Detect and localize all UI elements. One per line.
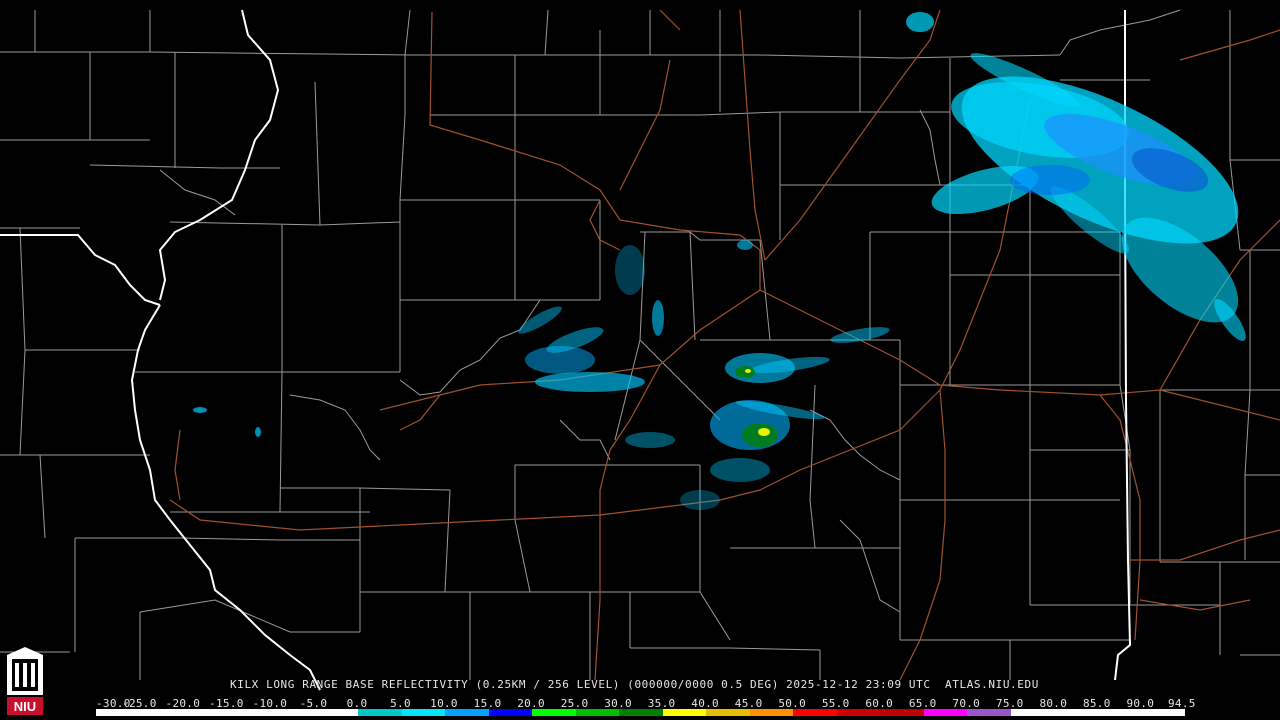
niu-seal-icon: NIU [7,647,43,715]
colorbar-swatch [532,709,576,716]
radar-map [0,9,1280,691]
colorbar-swatch [227,709,272,716]
colorbar-swatch [401,709,446,716]
colorbar-swatch [662,709,707,716]
colorbar-swatch [445,709,489,716]
colorbar-swatch [836,709,881,716]
colorbar-swatch [923,709,968,716]
radar-echoes [193,12,1246,510]
colorbar-swatch [488,709,533,716]
colorbar-swatch [184,709,228,716]
colorbar-swatch [140,709,185,716]
colorbar-swatch [1010,709,1055,716]
colorbar-swatch [793,709,837,716]
colorbar-swatch [358,709,402,716]
colorbar-swatch [749,709,794,716]
colorbar-swatch [619,709,663,716]
product-caption: KILX LONG RANGE BASE REFLECTIVITY (0.25K… [230,678,1039,691]
colorbar-swatch [967,709,1011,716]
colorbar-swatch [1141,709,1185,716]
colorbar-swatch [97,709,141,716]
colorbar-swatch [1054,709,1098,716]
colorbar-labels: -30.0 -25.0 -20.0 -15.0 -10.0 -5.0 0.0 5.0 10.0 1… [96,697,1196,710]
colorbar [96,709,1185,716]
logo-text: NIU [14,699,36,714]
colorbar-swatch [271,709,315,716]
colorbar-swatch [314,709,359,716]
colorbar-swatch [575,709,620,716]
colorbar-swatch [1097,709,1142,716]
colorbar-swatch [706,709,750,716]
colorbar-swatch [880,709,924,716]
